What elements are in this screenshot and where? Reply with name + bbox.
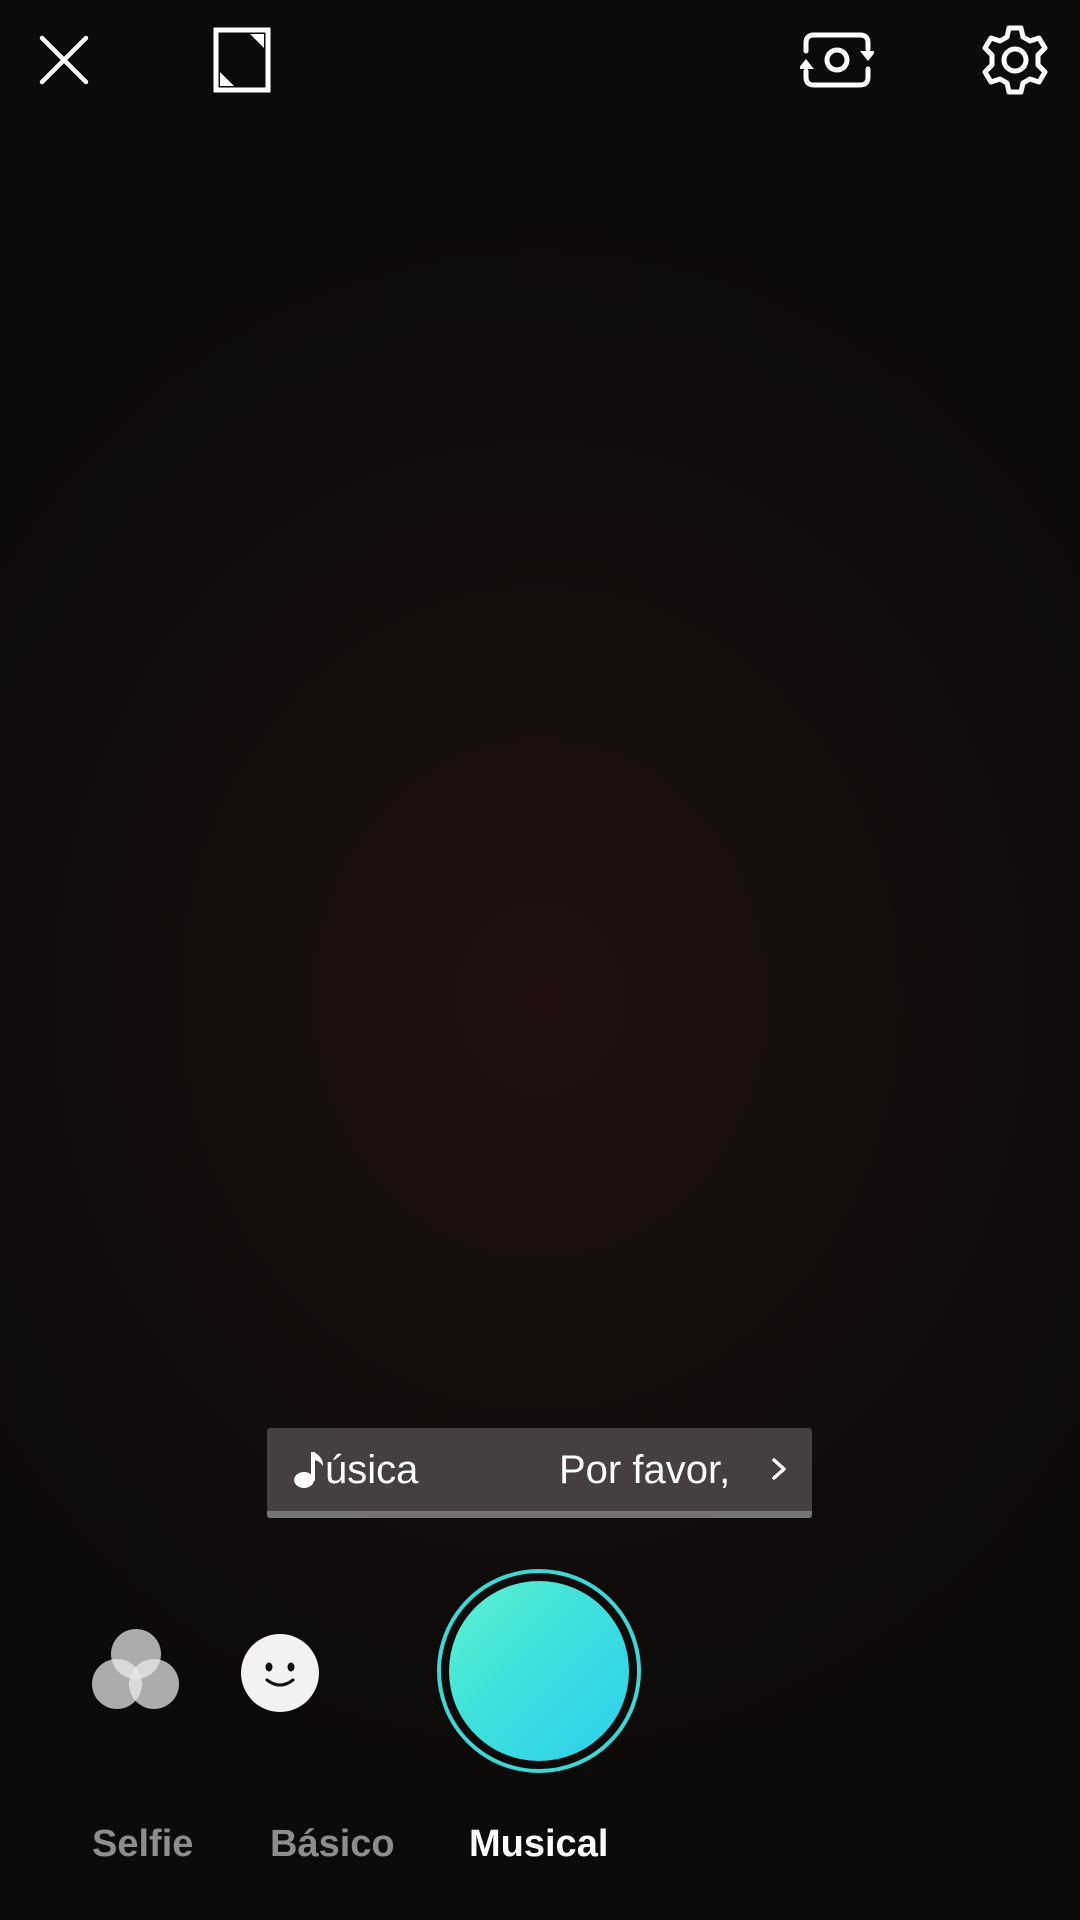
shutter-button[interactable] xyxy=(437,1569,641,1773)
filters-icon xyxy=(92,1629,179,1709)
close-button[interactable] xyxy=(19,20,109,100)
close-icon xyxy=(39,35,89,85)
mode-tab-musical[interactable]: Musical xyxy=(469,1822,608,1866)
shutter-button-fill xyxy=(449,1581,629,1761)
face-effects-icon xyxy=(265,1662,295,1687)
music-label: úsica xyxy=(325,1448,419,1492)
mode-tab-basico[interactable]: Básico xyxy=(270,1822,395,1866)
flip-camera-button[interactable] xyxy=(792,20,882,100)
music-bar-underline xyxy=(267,1511,812,1518)
aspect-ratio-icon xyxy=(213,27,271,93)
music-selector[interactable]: úsica Por favor, e xyxy=(267,1428,812,1518)
flip-camera-icon xyxy=(800,32,874,88)
filters-button[interactable] xyxy=(90,1628,190,1718)
aspect-ratio-button[interactable] xyxy=(197,20,287,100)
chevron-right-icon xyxy=(772,1458,786,1480)
mode-tab-selfie[interactable]: Selfie xyxy=(92,1822,193,1866)
settings-icon xyxy=(982,25,1048,95)
face-effects-button[interactable] xyxy=(241,1634,319,1712)
music-note-icon xyxy=(294,1452,323,1488)
settings-button[interactable] xyxy=(970,20,1060,100)
music-prompt-text: Por favor, e xyxy=(559,1448,739,1492)
